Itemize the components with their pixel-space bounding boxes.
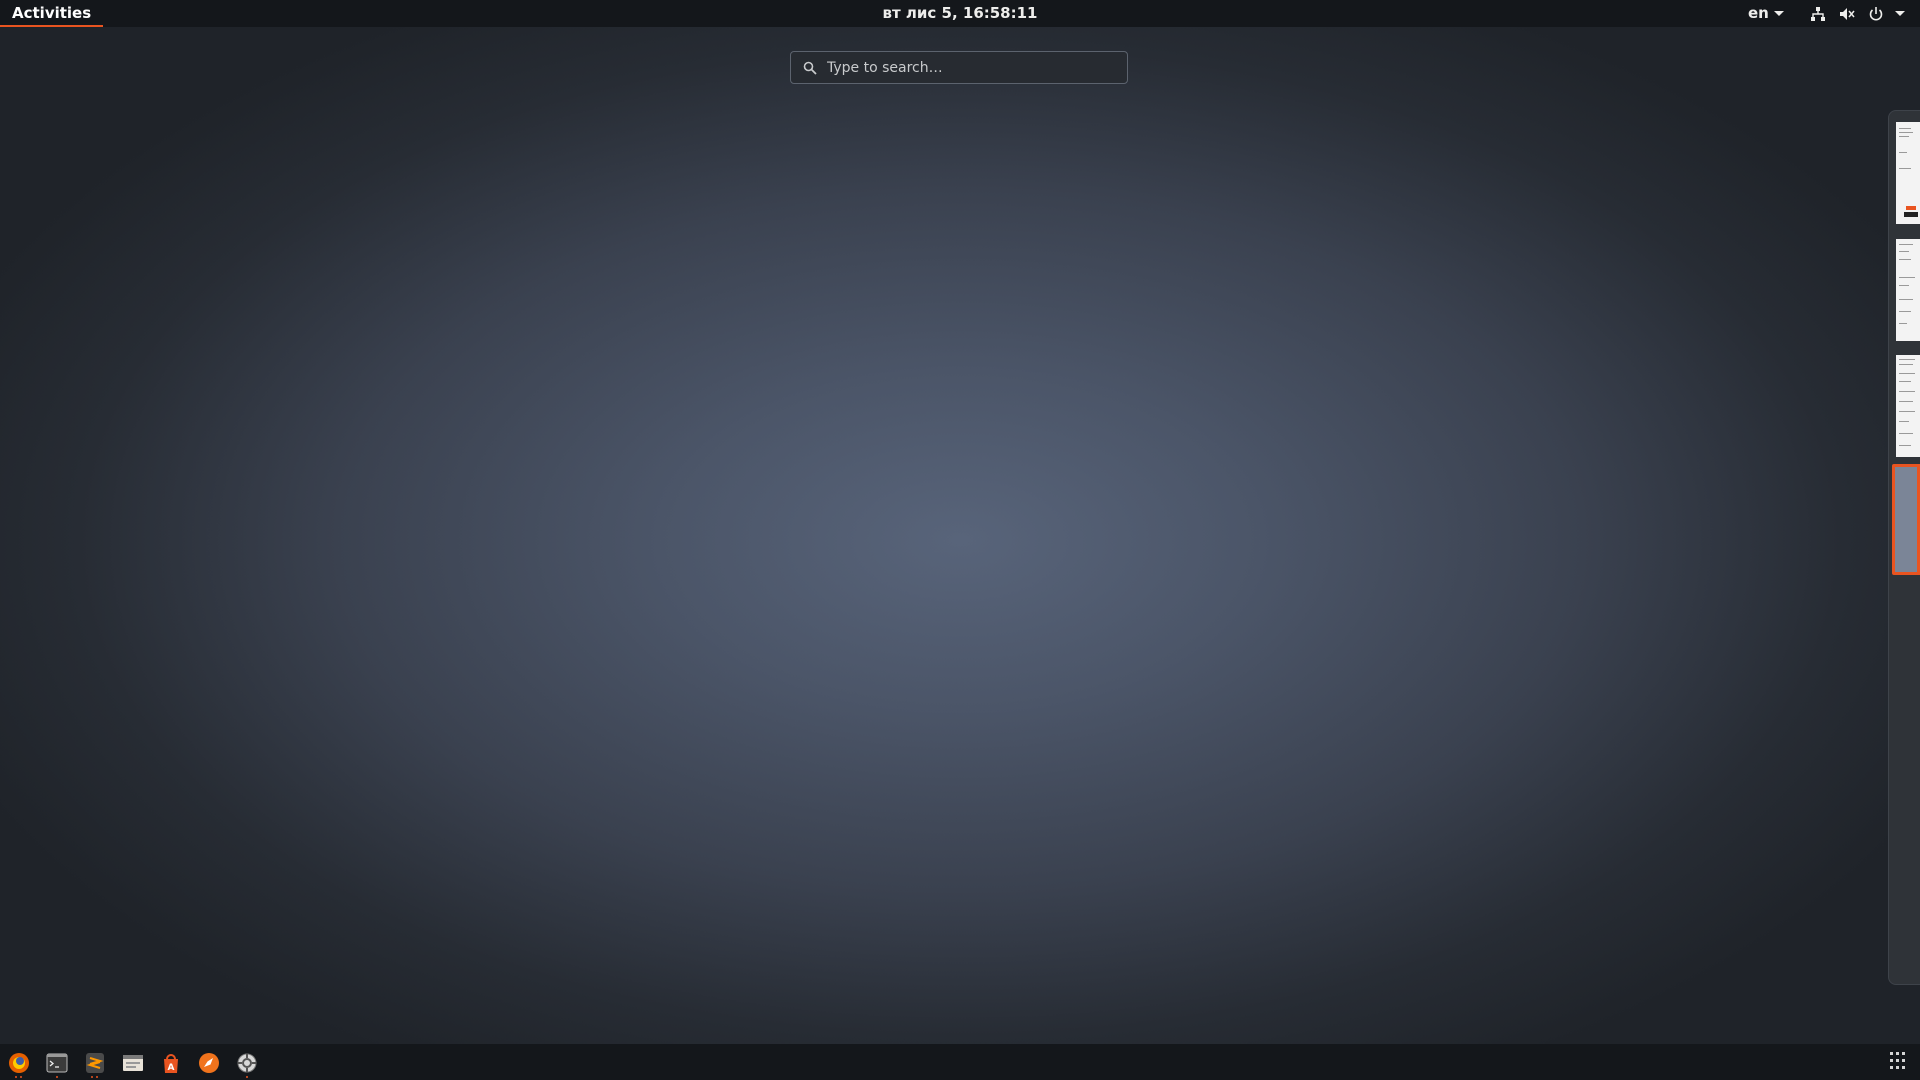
dock-item-files[interactable] [120,1050,146,1076]
workspace-thumbnail-3[interactable] [1896,355,1920,457]
volume-muted-icon [1837,4,1857,24]
clock[interactable]: вт лис 5, 16:58:11 [883,4,1038,22]
clock-container: вт лис 5, 16:58:11 [0,0,1920,26]
network-icon [1808,4,1828,24]
compass-icon [199,1053,219,1073]
sublime-text-icon [86,1053,104,1073]
dock-item-terminal[interactable] [44,1050,70,1078]
dock-item-system-settings[interactable] [234,1050,260,1078]
dock: A [0,1044,1920,1080]
files-icon [123,1055,143,1071]
chevron-down-icon [1773,11,1784,16]
dock-item-firefox[interactable] [6,1050,32,1078]
workspace-thumbnail-4-active[interactable] [1892,464,1920,575]
search-input[interactable] [827,59,1127,76]
svg-text:A: A [168,1063,175,1073]
power-icon [1866,4,1886,24]
search-icon [803,60,819,76]
chevron-down-icon [1895,11,1905,16]
terminal-icon [46,1053,68,1073]
system-settings-icon [237,1053,257,1073]
show-applications-button[interactable] [1890,1052,1908,1070]
dock-item-compass[interactable] [196,1050,222,1076]
language-menu[interactable]: en [1748,0,1784,27]
search-box[interactable] [790,51,1128,84]
system-tray[interactable] [1808,0,1905,27]
activities-button[interactable]: Activities [0,0,104,27]
firefox-icon [9,1053,29,1073]
language-label: en [1748,4,1769,22]
top-bar: Activities вт лис 5, 16:58:11 en [0,0,1920,27]
dock-item-software-center[interactable]: A [158,1050,184,1076]
software-center-icon: A [164,1054,178,1073]
dock-item-sublime-text[interactable] [82,1050,108,1078]
workspace-thumbnail-1[interactable] [1896,122,1920,224]
workspace-thumbnail-2[interactable] [1896,239,1920,341]
